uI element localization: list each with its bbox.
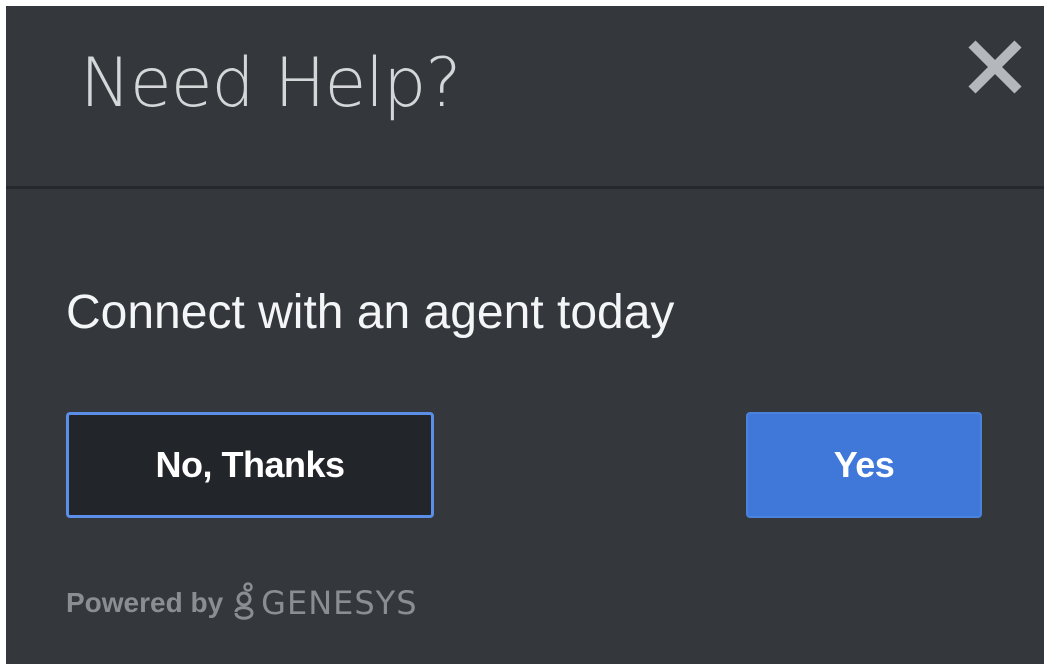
- powered-by-label: Powered by: [66, 587, 224, 618]
- powered-by-footer: Powered by GENESYS: [66, 582, 418, 624]
- genesys-logo-icon: [233, 582, 255, 624]
- close-icon: [968, 40, 1022, 94]
- header-divider: [6, 186, 1044, 189]
- dialog-message: Connect with an agent today: [66, 286, 675, 339]
- dialog-title: Need Help?: [80, 44, 461, 123]
- yes-button[interactable]: Yes: [746, 412, 982, 518]
- dialog-header: Need Help?: [6, 6, 1044, 186]
- close-button[interactable]: [964, 36, 1026, 98]
- no-thanks-button[interactable]: No, Thanks: [66, 412, 434, 518]
- brand-name: GENESYS: [261, 584, 418, 622]
- help-dialog: Need Help? Connect with an agent today N…: [6, 6, 1044, 664]
